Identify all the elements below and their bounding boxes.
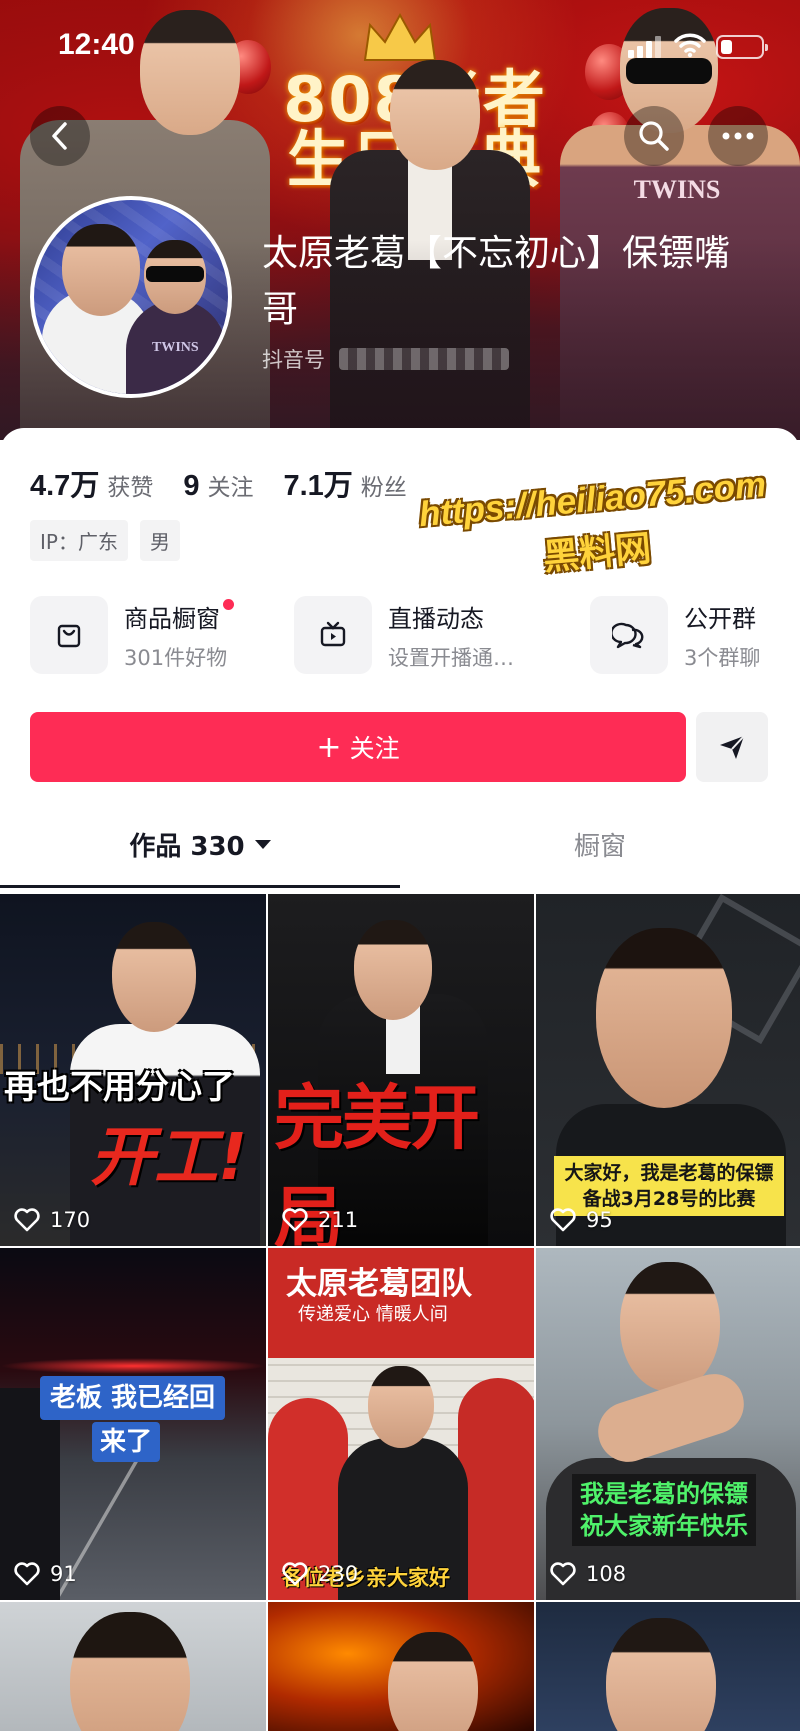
video-caption: 老板 我已经回 xyxy=(40,1376,226,1420)
shortcut-public-group-title: 公开群 xyxy=(684,604,756,633)
follow-button-label: 关注 xyxy=(349,734,400,763)
video-thumbnail[interactable] xyxy=(0,1602,266,1731)
shopping-bag-icon xyxy=(57,624,81,648)
tab-showcase-label: 橱窗 xyxy=(573,831,626,862)
tab-showcase[interactable]: 橱窗 xyxy=(400,808,800,880)
shortcuts-row: 商品橱窗 301件好物 直播动态 设置开播通… 公开群 3个群聊 xyxy=(30,596,800,676)
group-chat-icon xyxy=(612,622,644,649)
video-caption: 来了 xyxy=(92,1422,161,1462)
video-caption: 再也不用分心了 xyxy=(4,1067,235,1106)
stat-following[interactable]: 9 关注 xyxy=(183,468,253,503)
shortcut-live-updates-subtitle: 设置开播通… xyxy=(388,645,514,670)
stat-followers[interactable]: 7.1万 粉丝 xyxy=(283,462,406,504)
notification-dot xyxy=(223,598,234,610)
tab-works[interactable]: 作品 330 xyxy=(0,808,400,880)
shortcut-public-group-subtitle: 3个群聊 xyxy=(684,645,761,670)
heart-icon xyxy=(282,1562,308,1586)
status-bar: 12:40 xyxy=(0,0,800,96)
share-button[interactable] xyxy=(696,712,768,782)
video-thumbnail[interactable] xyxy=(536,1602,800,1731)
douyin-id: 抖音号 xyxy=(262,344,509,374)
search-button[interactable] xyxy=(624,106,684,166)
video-thumbnail[interactable]: 老板 我已经回 来了 91 xyxy=(0,1248,266,1600)
tv-icon xyxy=(320,621,346,647)
video-grid: 再也不用分心了 开工! 170 完美开局 211 大家好，我是老葛的保镖 备战3… xyxy=(0,894,800,1731)
video-likes: 170 xyxy=(14,1208,90,1232)
avatar-shirt-text: TWINS xyxy=(152,340,199,355)
tab-indicator xyxy=(0,885,400,888)
video-thumbnail[interactable] xyxy=(268,1602,534,1731)
shortcut-shop-window-title: 商品橱窗 xyxy=(124,604,220,633)
back-button[interactable] xyxy=(30,106,90,166)
heart-icon xyxy=(14,1208,40,1232)
video-caption-box: 我是老葛的保镖 祝大家新年快乐 xyxy=(572,1474,756,1546)
profile-name: 太原老葛【不忘初心】保镖嘴哥 xyxy=(262,233,731,330)
video-thumbnail[interactable]: 太原老葛团队 传递爱心 情暖人间 各位老乡亲大家好 230 xyxy=(268,1248,534,1600)
avatar[interactable]: TWINS xyxy=(30,196,232,398)
send-icon xyxy=(720,735,745,759)
status-time: 12:40 xyxy=(58,28,135,61)
video-caption-box: 大家好，我是老葛的保镖 备战3月28号的比赛 xyxy=(554,1156,784,1216)
video-likes: 230 xyxy=(282,1562,358,1586)
video-thumbnail[interactable]: 再也不用分心了 开工! 170 xyxy=(0,894,266,1246)
video-likes: 108 xyxy=(550,1562,626,1586)
gender-tag: 男 xyxy=(139,520,180,561)
battery-icon xyxy=(716,35,768,59)
shortcut-shop-window[interactable]: 商品橱窗 301件好物 xyxy=(30,596,234,674)
heart-icon xyxy=(550,1208,576,1232)
shortcut-shop-window-subtitle: 301件好物 xyxy=(124,645,228,670)
signal-icon xyxy=(628,36,662,58)
search-icon xyxy=(639,121,669,151)
tab-works-label: 作品 330 xyxy=(129,831,245,862)
video-caption: 太原老葛团队 xyxy=(286,1266,472,1302)
heart-icon xyxy=(550,1562,576,1586)
more-horizontal-icon xyxy=(722,132,754,140)
watermark: https://heiliao75.com 黑料网 xyxy=(402,464,789,593)
video-caption: 传递爱心 情暖人间 xyxy=(298,1304,448,1325)
shortcut-public-group[interactable]: 公开群 3个群聊 xyxy=(590,596,760,674)
douyin-id-label: 抖音号 xyxy=(262,348,325,372)
ip-location-tag: IP：广东 xyxy=(30,520,128,561)
caret-down-icon xyxy=(254,839,271,849)
stat-likes[interactable]: 4.7万 获赞 xyxy=(30,462,153,504)
shortcut-live-updates[interactable]: 直播动态 设置开播通… xyxy=(294,596,514,674)
video-thumbnail[interactable]: 大家好，我是老葛的保镖 备战3月28号的比赛 95 xyxy=(536,894,800,1246)
heart-icon xyxy=(14,1562,40,1586)
video-likes: 91 xyxy=(14,1562,77,1586)
wifi-icon xyxy=(674,33,706,58)
follow-button[interactable]: + 关注 xyxy=(30,712,686,782)
video-thumbnail[interactable]: 我是老葛的保镖 祝大家新年快乐 108 xyxy=(536,1248,800,1600)
video-likes: 211 xyxy=(282,1208,358,1232)
heart-icon xyxy=(282,1208,308,1232)
profile-tags: IP：广东 男 xyxy=(30,520,192,561)
video-likes: 95 xyxy=(550,1208,613,1232)
shortcut-live-updates-title: 直播动态 xyxy=(388,604,484,633)
video-caption: 开工! xyxy=(90,1121,248,1195)
chevron-left-icon xyxy=(52,122,67,150)
more-button[interactable] xyxy=(708,106,768,166)
stats-row: 4.7万 获赞 9 关注 7.1万 粉丝 xyxy=(30,462,437,504)
douyin-id-blurred xyxy=(339,348,509,370)
plus-icon: + xyxy=(316,729,342,765)
video-thumbnail[interactable]: 完美开局 211 xyxy=(268,894,534,1246)
